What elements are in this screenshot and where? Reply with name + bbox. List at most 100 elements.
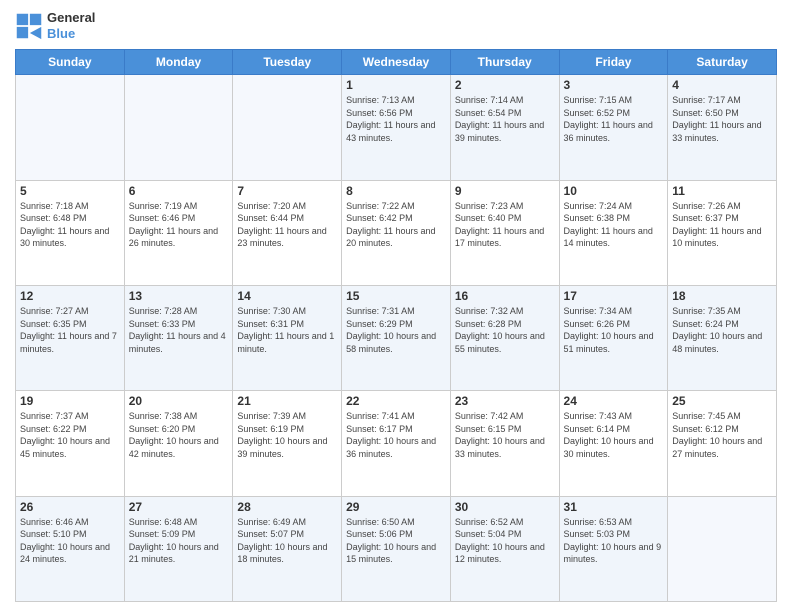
calendar-cell: 1 Sunrise: 7:13 AM Sunset: 6:56 PM Daylig…	[342, 75, 451, 180]
day-number: 22	[346, 394, 446, 408]
calendar-cell: 21 Sunrise: 7:39 AM Sunset: 6:19 PM Dayli…	[233, 391, 342, 496]
day-info: Sunrise: 7:27 AM Sunset: 6:35 PM Dayligh…	[20, 305, 120, 355]
day-info: Sunrise: 7:28 AM Sunset: 6:33 PM Dayligh…	[129, 305, 229, 355]
day-info: Sunrise: 6:50 AM Sunset: 5:06 PM Dayligh…	[346, 516, 446, 566]
day-number: 18	[672, 289, 772, 303]
calendar-cell: 6Sunrise: 7:19 AM Sunset: 6:46 PM Daylig…	[124, 180, 233, 285]
calendar-cell: 23 Sunrise: 7:42 AM Sunset: 6:15 PM Dayli…	[450, 391, 559, 496]
day-number: 29	[346, 500, 446, 514]
calendar-cell	[124, 75, 233, 180]
calendar-cell: 19 Sunrise: 7:37 AM Sunset: 6:22 PM Dayli…	[16, 391, 125, 496]
day-number: 28	[237, 500, 337, 514]
day-info: Sunrise: 7:15 AM Sunset: 6:52 PM Dayligh…	[564, 94, 664, 144]
day-number: 26	[20, 500, 120, 514]
day-number: 4	[672, 78, 772, 92]
day-number: 5	[20, 184, 120, 198]
day-number: 11	[672, 184, 772, 198]
day-info: Sunrise: 7:13 AM Sunset: 6:56 PM Dayligh…	[346, 94, 446, 144]
col-monday: Monday	[124, 50, 233, 75]
col-saturday: Saturday	[668, 50, 777, 75]
col-friday: Friday	[559, 50, 668, 75]
calendar-week-3: 12 Sunrise: 7:27 AM Sunset: 6:35 PM Dayli…	[16, 285, 777, 390]
day-number: 3	[564, 78, 664, 92]
calendar-week-4: 19 Sunrise: 7:37 AM Sunset: 6:22 PM Dayli…	[16, 391, 777, 496]
day-number: 27	[129, 500, 229, 514]
calendar-cell: 15Sunrise: 7:31 AM Sunset: 6:29 PM Dayli…	[342, 285, 451, 390]
day-number: 25	[672, 394, 772, 408]
calendar-cell: 9Sunrise: 7:23 AM Sunset: 6:40 PM Daylig…	[450, 180, 559, 285]
day-info: Sunrise: 7:26 AM Sunset: 6:37 PM Dayligh…	[672, 200, 772, 250]
calendar-cell: 13Sunrise: 7:28 AM Sunset: 6:33 PM Dayli…	[124, 285, 233, 390]
day-info: Sunrise: 7:41 AM Sunset: 6:17 PM Dayligh…	[346, 410, 446, 460]
day-info: Sunrise: 7:20 AM Sunset: 6:44 PM Dayligh…	[237, 200, 337, 250]
calendar-cell: 2Sunrise: 7:14 AM Sunset: 6:54 PM Daylig…	[450, 75, 559, 180]
day-number: 19	[20, 394, 120, 408]
day-number: 31	[564, 500, 664, 514]
day-info: Sunrise: 7:32 AM Sunset: 6:28 PM Dayligh…	[455, 305, 555, 355]
header: General Blue	[15, 10, 777, 41]
day-info: Sunrise: 7:22 AM Sunset: 6:42 PM Dayligh…	[346, 200, 446, 250]
calendar-cell: 3 Sunrise: 7:15 AM Sunset: 6:52 PM Daylig…	[559, 75, 668, 180]
calendar-cell: 27 Sunrise: 6:48 AM Sunset: 5:09 PM Dayli…	[124, 496, 233, 601]
calendar-cell: 5Sunrise: 7:18 AM Sunset: 6:48 PM Daylig…	[16, 180, 125, 285]
calendar-cell	[16, 75, 125, 180]
day-info: Sunrise: 6:53 AM Sunset: 5:03 PM Dayligh…	[564, 516, 664, 566]
day-number: 12	[20, 289, 120, 303]
day-number: 8	[346, 184, 446, 198]
calendar-cell: 26 Sunrise: 6:46 AM Sunset: 5:10 PM Dayli…	[16, 496, 125, 601]
day-info: Sunrise: 7:43 AM Sunset: 6:14 PM Dayligh…	[564, 410, 664, 460]
day-info: Sunrise: 7:42 AM Sunset: 6:15 PM Dayligh…	[455, 410, 555, 460]
calendar-cell	[668, 496, 777, 601]
day-info: Sunrise: 7:39 AM Sunset: 6:19 PM Dayligh…	[237, 410, 337, 460]
day-info: Sunrise: 7:35 AM Sunset: 6:24 PM Dayligh…	[672, 305, 772, 355]
calendar-week-5: 26 Sunrise: 6:46 AM Sunset: 5:10 PM Dayli…	[16, 496, 777, 601]
calendar-cell: 14Sunrise: 7:30 AM Sunset: 6:31 PM Dayli…	[233, 285, 342, 390]
day-number: 7	[237, 184, 337, 198]
day-info: Sunrise: 6:48 AM Sunset: 5:09 PM Dayligh…	[129, 516, 229, 566]
day-number: 24	[564, 394, 664, 408]
day-number: 10	[564, 184, 664, 198]
calendar-table: Sunday Monday Tuesday Wednesday Thursday…	[15, 49, 777, 602]
day-info: Sunrise: 7:17 AM Sunset: 6:50 PM Dayligh…	[672, 94, 772, 144]
calendar-cell	[233, 75, 342, 180]
calendar-cell: 7 Sunrise: 7:20 AM Sunset: 6:44 PM Daylig…	[233, 180, 342, 285]
calendar-week-2: 5Sunrise: 7:18 AM Sunset: 6:48 PM Daylig…	[16, 180, 777, 285]
calendar-cell: 18 Sunrise: 7:35 AM Sunset: 6:24 PM Dayli…	[668, 285, 777, 390]
calendar-cell: 17 Sunrise: 7:34 AM Sunset: 6:26 PM Dayli…	[559, 285, 668, 390]
day-number: 1	[346, 78, 446, 92]
day-info: Sunrise: 7:34 AM Sunset: 6:26 PM Dayligh…	[564, 305, 664, 355]
calendar-cell: 20 Sunrise: 7:38 AM Sunset: 6:20 PM Dayli…	[124, 391, 233, 496]
day-number: 9	[455, 184, 555, 198]
day-info: Sunrise: 6:49 AM Sunset: 5:07 PM Dayligh…	[237, 516, 337, 566]
day-info: Sunrise: 7:45 AM Sunset: 6:12 PM Dayligh…	[672, 410, 772, 460]
day-number: 15	[346, 289, 446, 303]
logo-text: General Blue	[47, 10, 95, 41]
col-sunday: Sunday	[16, 50, 125, 75]
day-number: 23	[455, 394, 555, 408]
day-info: Sunrise: 7:30 AM Sunset: 6:31 PM Dayligh…	[237, 305, 337, 355]
logo: General Blue	[15, 10, 95, 41]
calendar-cell: 11 Sunrise: 7:26 AM Sunset: 6:37 PM Dayli…	[668, 180, 777, 285]
day-info: Sunrise: 7:38 AM Sunset: 6:20 PM Dayligh…	[129, 410, 229, 460]
logo-icon	[15, 12, 43, 40]
calendar-cell: 8 Sunrise: 7:22 AM Sunset: 6:42 PM Daylig…	[342, 180, 451, 285]
calendar-cell: 4 Sunrise: 7:17 AM Sunset: 6:50 PM Daylig…	[668, 75, 777, 180]
calendar-week-1: 1 Sunrise: 7:13 AM Sunset: 6:56 PM Daylig…	[16, 75, 777, 180]
day-info: Sunrise: 6:46 AM Sunset: 5:10 PM Dayligh…	[20, 516, 120, 566]
day-number: 6	[129, 184, 229, 198]
calendar-cell: 25 Sunrise: 7:45 AM Sunset: 6:12 PM Dayli…	[668, 391, 777, 496]
day-number: 20	[129, 394, 229, 408]
day-info: Sunrise: 7:37 AM Sunset: 6:22 PM Dayligh…	[20, 410, 120, 460]
calendar-cell: 12 Sunrise: 7:27 AM Sunset: 6:35 PM Dayli…	[16, 285, 125, 390]
page: General Blue Sunday Monday Tuesday Wedne…	[0, 0, 792, 612]
calendar-cell: 16 Sunrise: 7:32 AM Sunset: 6:28 PM Dayli…	[450, 285, 559, 390]
day-number: 16	[455, 289, 555, 303]
col-tuesday: Tuesday	[233, 50, 342, 75]
day-number: 21	[237, 394, 337, 408]
calendar-cell: 29 Sunrise: 6:50 AM Sunset: 5:06 PM Dayli…	[342, 496, 451, 601]
day-info: Sunrise: 7:24 AM Sunset: 6:38 PM Dayligh…	[564, 200, 664, 250]
day-number: 2	[455, 78, 555, 92]
calendar-cell: 24 Sunrise: 7:43 AM Sunset: 6:14 PM Dayli…	[559, 391, 668, 496]
day-number: 17	[564, 289, 664, 303]
day-number: 30	[455, 500, 555, 514]
